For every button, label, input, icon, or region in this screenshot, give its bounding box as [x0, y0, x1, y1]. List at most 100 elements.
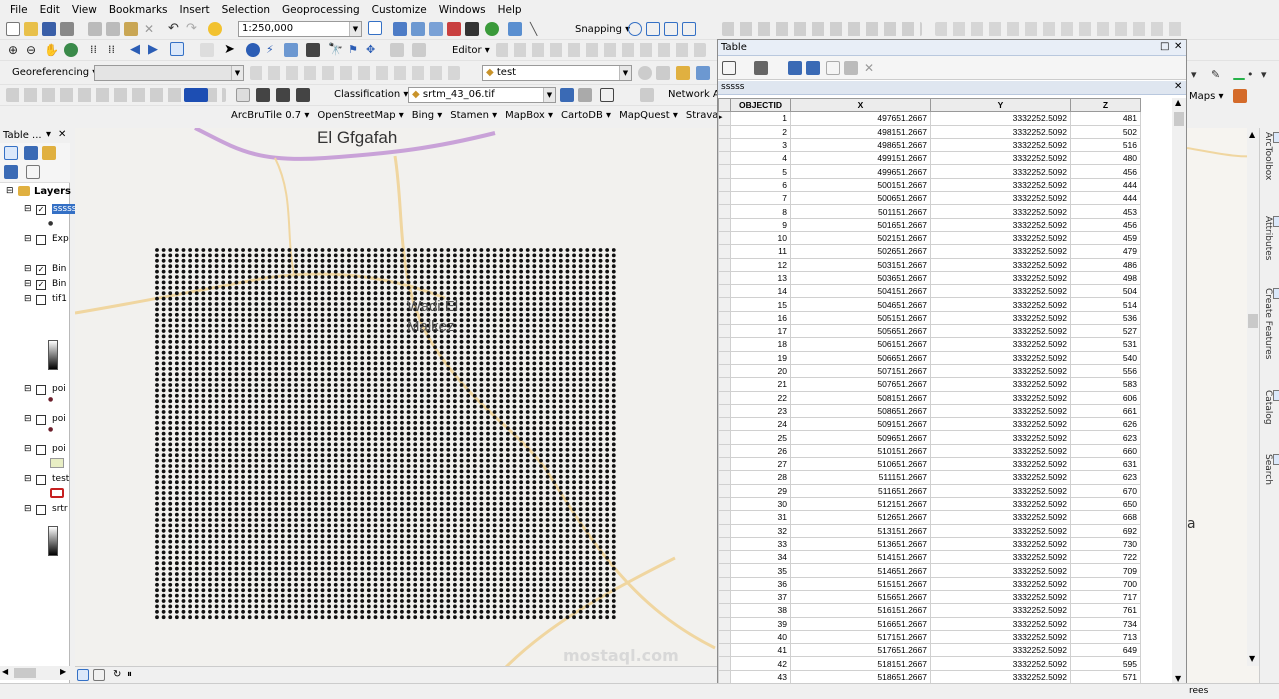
table-cell[interactable]: 3332252.5092 — [930, 151, 1071, 166]
table-cell[interactable]: 502 — [1070, 124, 1141, 139]
toc-layer-item[interactable]: ⊟ ✓ sssss — [24, 204, 78, 217]
table-row[interactable]: 36 515151.2667 3332252.5092 700 — [718, 576, 1141, 591]
table-cell[interactable]: 3332252.5092 — [930, 324, 1071, 339]
table-cell[interactable]: 20 — [730, 363, 791, 379]
table-cell[interactable]: 3332252.5092 — [930, 589, 1071, 605]
row-selector[interactable] — [718, 217, 731, 232]
table-row[interactable]: 34 514151.2667 3332252.5092 722 — [718, 550, 1141, 565]
row-selector[interactable] — [718, 124, 731, 139]
layer-name[interactable]: tif1 — [52, 294, 67, 304]
row-selector[interactable] — [718, 377, 731, 392]
row-selector[interactable] — [718, 417, 731, 432]
table-cell[interactable]: 444 — [1070, 177, 1141, 193]
toc-layer-item[interactable]: ⊟ poi — [24, 384, 70, 397]
chevron-down-icon[interactable]: ▾ — [1261, 68, 1275, 82]
table-cell[interactable]: 10 — [730, 230, 791, 246]
table-cell[interactable]: 722 — [1070, 550, 1141, 565]
flicker-icon[interactable] — [696, 66, 710, 80]
table-cell[interactable]: 3332252.5092 — [930, 550, 1071, 565]
table-cell[interactable]: 41 — [730, 643, 791, 658]
undo-icon[interactable]: ↶ — [168, 21, 182, 36]
table-cell[interactable]: 3332252.5092 — [930, 523, 1071, 538]
table-options-icon[interactable] — [722, 61, 736, 75]
table-cell[interactable]: 734 — [1070, 616, 1141, 631]
marker-icon[interactable]: • — [1247, 68, 1261, 82]
raster-combo[interactable]: ◆ srtm_43_06.tif ▼ — [408, 87, 556, 103]
table-cell[interactable]: 32 — [730, 523, 791, 538]
vertex-snapping-icon[interactable] — [664, 22, 678, 36]
table-cell[interactable]: 3332252.5092 — [930, 430, 1071, 445]
table-cell[interactable]: 713 — [1070, 629, 1141, 645]
table-cell[interactable]: 513651.2667 — [790, 536, 931, 552]
layer-name[interactable]: Exp — [52, 234, 69, 244]
scatterplot-icon[interactable] — [640, 88, 654, 102]
table-cell[interactable]: 3332252.5092 — [930, 536, 1071, 552]
layer-visibility-checkbox[interactable] — [36, 445, 46, 455]
table-cell[interactable]: 3332252.5092 — [930, 230, 1071, 246]
scroll-down-icon[interactable]: ▼ — [1175, 674, 1181, 683]
measure-icon[interactable] — [306, 43, 320, 57]
table-cell[interactable]: 511151.2667 — [790, 470, 931, 485]
table-cell[interactable]: 26 — [730, 443, 791, 459]
close-tab-icon[interactable]: ✕ — [1174, 81, 1182, 92]
table-cell[interactable]: 516151.2667 — [790, 603, 931, 618]
table-cell[interactable]: 3332252.5092 — [930, 603, 1071, 618]
table-cell[interactable]: 506151.2667 — [790, 337, 931, 352]
map-view[interactable]: El Gfgafah Wadi El Malkez mostaql.com — [75, 128, 719, 666]
table-cell[interactable]: 517151.2667 — [790, 629, 931, 645]
row-selector[interactable] — [718, 643, 731, 658]
delete-selected-icon[interactable]: ✕ — [864, 61, 874, 75]
pan-icon[interactable]: ✋ — [44, 43, 59, 57]
table-row[interactable]: 28 511151.2667 3332252.5092 623 — [718, 470, 1141, 485]
table-cell[interactable]: 7 — [730, 191, 791, 206]
table-cell[interactable]: 21 — [730, 377, 791, 392]
table-row[interactable]: 40 517151.2667 3332252.5092 713 — [718, 629, 1141, 645]
scroll-left-icon[interactable]: ◀ — [2, 667, 8, 676]
catalog-window-icon[interactable] — [411, 22, 425, 36]
row-selector[interactable] — [718, 483, 731, 498]
options-icon[interactable] — [26, 165, 40, 179]
list-by-drawing-order-icon[interactable] — [4, 146, 18, 160]
new-document-icon[interactable] — [6, 22, 20, 36]
map-tool-icon[interactable] — [296, 88, 310, 102]
side-tab[interactable]: Attributes — [1263, 216, 1279, 260]
table-cell[interactable]: 3332252.5092 — [930, 124, 1071, 139]
print-icon[interactable] — [60, 22, 74, 36]
select-by-attributes-icon[interactable] — [788, 61, 802, 75]
expand-icon[interactable]: ⊟ — [24, 294, 32, 304]
table-cell[interactable]: 3332252.5092 — [930, 164, 1071, 179]
switch-selection-icon[interactable] — [806, 61, 820, 75]
row-selector[interactable] — [718, 230, 731, 246]
table-cell[interactable]: 29 — [730, 483, 791, 498]
row-selector[interactable] — [718, 470, 731, 485]
chart-icon[interactable] — [1233, 89, 1247, 103]
expand-icon[interactable]: ⊟ — [24, 444, 32, 454]
scrollbar-thumb[interactable] — [1248, 314, 1258, 328]
map-view-right[interactable]: ▲ ▼ a — [1186, 128, 1260, 683]
row-selector[interactable] — [718, 151, 731, 166]
row-selector[interactable] — [718, 177, 731, 193]
table-cell[interactable]: 623 — [1070, 470, 1141, 485]
expand-icon[interactable]: ⊟ — [24, 234, 32, 244]
layer-visibility-checkbox[interactable] — [36, 505, 46, 515]
row-selector[interactable] — [718, 297, 731, 312]
table-cell[interactable]: 40 — [730, 629, 791, 645]
table-row[interactable]: 31 512651.2667 3332252.5092 668 — [718, 510, 1141, 525]
table-cell[interactable]: 571 — [1070, 669, 1141, 685]
table-row[interactable]: 21 507651.2667 3332252.5092 583 — [718, 377, 1141, 392]
table-cell[interactable]: 717 — [1070, 589, 1141, 605]
table-cell[interactable]: 512651.2667 — [790, 510, 931, 525]
row-selector[interactable] — [718, 390, 731, 405]
table-cell[interactable]: 6 — [730, 177, 791, 193]
scroll-down-icon[interactable]: ▼ — [1249, 654, 1255, 663]
table-cell[interactable]: 3332252.5092 — [930, 377, 1071, 392]
row-selector[interactable] — [718, 443, 731, 459]
table-row[interactable]: 29 511651.2667 3332252.5092 670 — [718, 483, 1141, 498]
maximize-icon[interactable]: □ — [1160, 41, 1169, 52]
side-tab[interactable]: Search — [1263, 454, 1279, 485]
menu-insert[interactable]: Insert — [180, 4, 210, 16]
table-cell[interactable]: 730 — [1070, 536, 1141, 552]
basemap-menu[interactable]: Stamen ▾ — [450, 110, 497, 121]
menu-selection[interactable]: Selection — [222, 4, 270, 16]
table-cell[interactable]: 512151.2667 — [790, 496, 931, 512]
